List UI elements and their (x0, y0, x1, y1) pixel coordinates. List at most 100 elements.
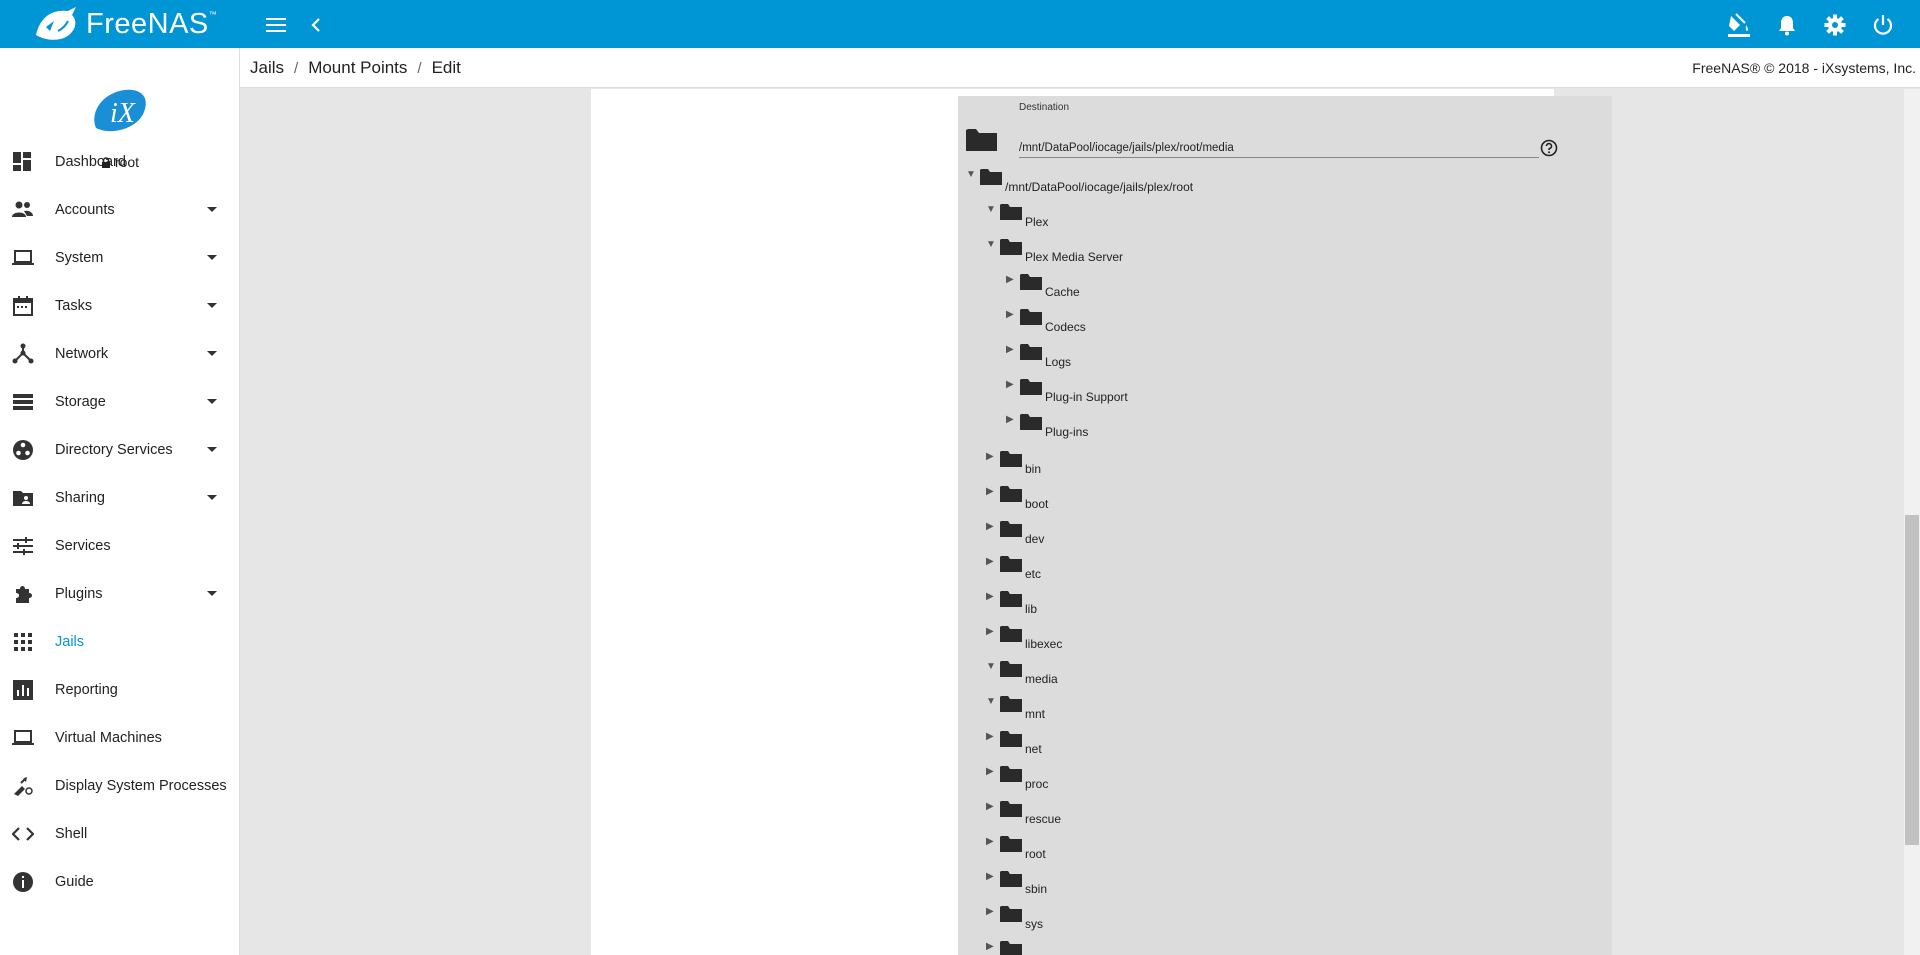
tree-node[interactable]: ▶ Cache (1006, 273, 1558, 299)
tree-node[interactable]: ▶ dev (986, 520, 1558, 546)
expand-arrow-icon[interactable]: ▶ (986, 591, 996, 602)
expand-arrow-icon[interactable]: ▶ (986, 626, 996, 637)
tree-node[interactable]: ▶ (986, 940, 1558, 955)
expand-arrow-icon[interactable]: ▶ (986, 451, 996, 462)
tree-node[interactable]: ▶ sbin (986, 870, 1558, 896)
caret-down-icon[interactable] (207, 399, 217, 404)
tree-node[interactable]: ▶ rescue (986, 800, 1558, 826)
sidebar-item-shell[interactable]: Shell (0, 810, 240, 858)
collapse-arrow-icon[interactable]: ▼ (986, 204, 996, 215)
expand-arrow-icon[interactable]: ▶ (986, 731, 996, 742)
sidebar-item-network[interactable]: Network (0, 330, 240, 378)
caret-down-icon[interactable] (207, 207, 217, 212)
sidebar-item-system[interactable]: System (0, 234, 240, 282)
sidebar-item-display-system-processes[interactable]: Display System Processes (0, 762, 240, 810)
tree-node[interactable]: ▼ Plex (986, 203, 1558, 229)
freenas-logo[interactable]: FreeNAS ™ (32, 4, 217, 44)
collapse-arrow-icon[interactable]: ▼ (966, 169, 976, 180)
expand-arrow-icon[interactable]: ▶ (986, 486, 996, 497)
sidebar-item-services[interactable]: Services (0, 522, 240, 570)
theme-icon (1728, 13, 1750, 37)
tree-node[interactable]: ▶ proc (986, 765, 1558, 791)
folder-icon (1000, 486, 1022, 502)
tree-node[interactable]: ▶ sys (986, 905, 1558, 931)
sidebar-item-plugins[interactable]: Plugins (0, 570, 240, 618)
destination-input[interactable] (1019, 138, 1539, 158)
tree-node-label: net (1025, 742, 1042, 756)
tree-node-label: libexec (1025, 637, 1063, 651)
tree-node[interactable]: ▶ Logs (1006, 343, 1558, 369)
expand-arrow-icon[interactable]: ▶ (986, 941, 996, 952)
main-content: Destination ▼ /mnt/DataPool/iocage/jails/… (240, 89, 1920, 955)
sidebar-item-reporting[interactable]: Reporting (0, 666, 240, 714)
expand-arrow-icon[interactable]: ▶ (986, 906, 996, 917)
tree-node[interactable]: ▼ mnt (986, 695, 1558, 721)
menu-toggle-button[interactable] (263, 12, 289, 38)
caret-down-icon[interactable] (207, 351, 217, 356)
sidebar-item-accounts[interactable]: Accounts (0, 186, 240, 234)
expand-arrow-icon[interactable]: ▶ (1006, 309, 1016, 320)
collapse-arrow-icon[interactable]: ▼ (986, 696, 996, 707)
sidebar-item-jails[interactable]: Jails (0, 618, 240, 666)
tree-node[interactable]: ▶ boot (986, 485, 1558, 511)
notifications-button[interactable] (1774, 12, 1800, 38)
expand-arrow-icon[interactable]: ▶ (986, 871, 996, 882)
tree-node[interactable]: ▶ net (986, 730, 1558, 756)
tree-node[interactable]: ▶ etc (986, 555, 1558, 581)
collapse-sidebar-button[interactable] (303, 12, 329, 38)
ix-avatar-icon[interactable]: iX (90, 88, 150, 134)
tree-node-label: boot (1025, 497, 1049, 511)
expand-arrow-icon[interactable]: ▶ (986, 521, 996, 532)
theme-button[interactable] (1726, 12, 1752, 38)
tree-node[interactable]: ▶ root (986, 835, 1558, 861)
sidebar-item-guide[interactable]: Guide (0, 858, 240, 906)
services-icon (13, 537, 33, 555)
notifications-icon (1779, 16, 1795, 36)
storage-icon (13, 394, 33, 410)
collapse-arrow-icon[interactable]: ▼ (986, 239, 996, 250)
sidebar-item-label: Network (55, 346, 109, 362)
tree-node[interactable]: ▼ Plex Media Server (986, 238, 1558, 264)
tree-node[interactable]: ▶ libexec (986, 625, 1558, 651)
shark-logo-icon (36, 7, 76, 40)
collapse-arrow-icon[interactable]: ▼ (986, 661, 996, 672)
folder-icon (1000, 626, 1022, 642)
expand-arrow-icon[interactable]: ▶ (1006, 414, 1016, 425)
sidebar-item-dashboard[interactable]: Dashboard (0, 138, 240, 186)
power-button[interactable] (1870, 12, 1896, 38)
sidebar-item-sharing[interactable]: Sharing (0, 474, 240, 522)
sidebar-item-virtual-machines[interactable]: Virtual Machines (0, 714, 240, 762)
expand-arrow-icon[interactable]: ▶ (1006, 379, 1016, 390)
sidebar-item-label: Sharing (55, 490, 105, 506)
breadcrumb-separator: / (294, 59, 299, 77)
form-card: Destination ▼ /mnt/DataPool/iocage/jails/… (591, 89, 1612, 955)
caret-down-icon[interactable] (207, 591, 217, 596)
tree-node[interactable]: ▼ media (986, 660, 1558, 686)
sidebar-item-tasks[interactable]: Tasks (0, 282, 240, 330)
tree-node[interactable]: ▶ Codecs (1006, 308, 1558, 334)
expand-arrow-icon[interactable]: ▶ (986, 836, 996, 847)
scrollbar-thumb[interactable] (1905, 515, 1919, 845)
sidebar-item-storage[interactable]: Storage (0, 378, 240, 426)
tree-node[interactable]: ▶ Plug-ins (1006, 413, 1558, 439)
caret-down-icon[interactable] (207, 303, 217, 308)
expand-arrow-icon[interactable]: ▶ (1006, 274, 1016, 285)
folder-icon[interactable] (966, 127, 997, 153)
breadcrumb-jails[interactable]: Jails (250, 58, 284, 78)
tree-node[interactable]: ▼ /mnt/DataPool/iocage/jails/plex/root (966, 168, 1558, 194)
expand-arrow-icon[interactable]: ▶ (986, 556, 996, 567)
caret-down-icon[interactable] (207, 447, 217, 452)
expand-arrow-icon[interactable]: ▶ (986, 766, 996, 777)
settings-button[interactable] (1822, 12, 1848, 38)
breadcrumb-mount-points[interactable]: Mount Points (308, 58, 407, 78)
tree-node[interactable]: ▶ bin (986, 450, 1558, 476)
caret-down-icon[interactable] (207, 495, 217, 500)
folder-icon (1000, 801, 1022, 817)
caret-down-icon[interactable] (207, 255, 217, 260)
expand-arrow-icon[interactable]: ▶ (1006, 344, 1016, 355)
tree-node[interactable]: ▶ lib (986, 590, 1558, 616)
tree-node[interactable]: ▶ Plug-in Support (1006, 378, 1558, 404)
expand-arrow-icon[interactable]: ▶ (986, 801, 996, 812)
sidebar-item-directory-services[interactable]: Directory Services (0, 426, 240, 474)
help-icon[interactable] (1540, 139, 1558, 157)
